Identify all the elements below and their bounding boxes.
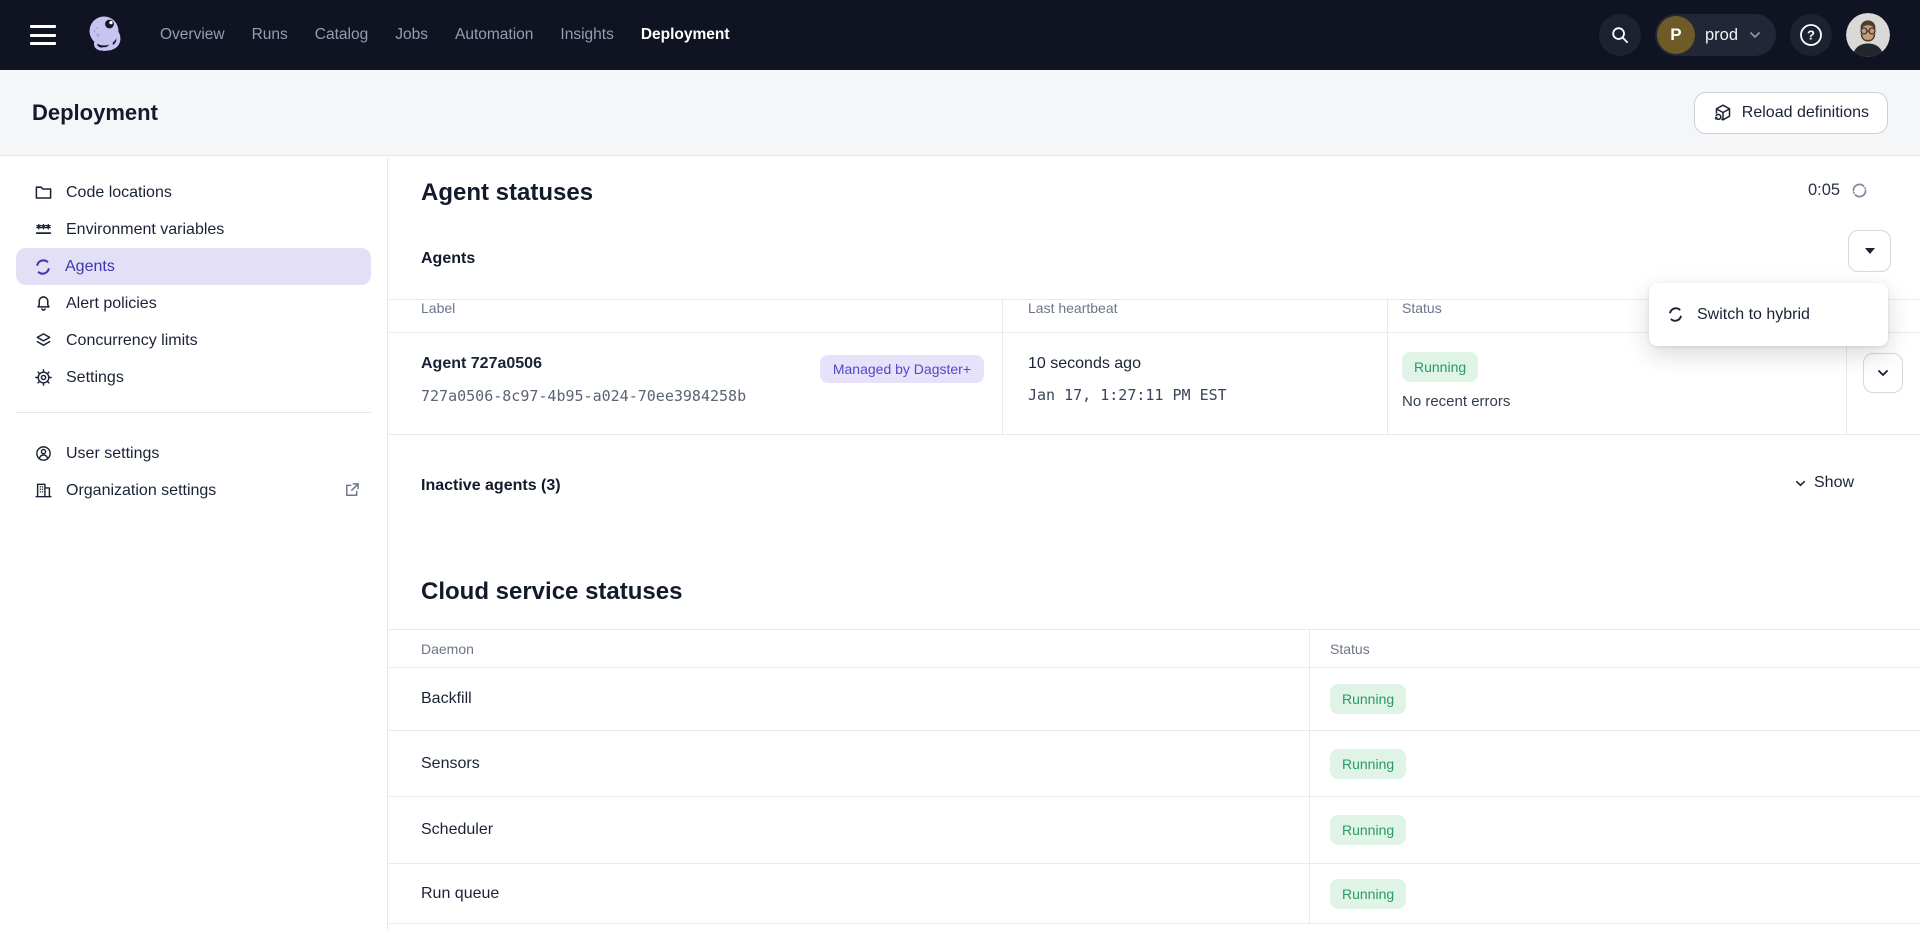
nav-item-runs[interactable]: Runs: [252, 26, 288, 44]
page-title: Deployment: [32, 100, 158, 126]
user-circle-icon: [34, 444, 53, 463]
cloud-table-header: Daemon Status: [389, 629, 1920, 668]
nav-item-deployment[interactable]: Deployment: [641, 26, 730, 44]
help-icon: ?: [1798, 22, 1824, 48]
refresh-countdown: 0:05: [1808, 181, 1869, 200]
workspace-name: prod: [1705, 26, 1738, 45]
inactive-agents-show-toggle[interactable]: Show: [1794, 474, 1854, 492]
building-icon: [34, 481, 53, 500]
chevron-down-icon: [1876, 366, 1890, 380]
agent-statuses-title: Agent statuses: [421, 179, 593, 207]
daemon-row-run-queue: Run queue Running: [389, 864, 1920, 924]
refresh-icon[interactable]: [1850, 181, 1869, 200]
sidebar-item-label: Agents: [65, 258, 115, 276]
daemon-status-badge: Running: [1330, 815, 1406, 845]
nav-item-automation[interactable]: Automation: [455, 26, 533, 44]
sidebar-item-label: Organization settings: [66, 482, 216, 500]
agent-row-menu-button[interactable]: [1863, 353, 1903, 393]
daemon-row-sensors: Sensors Running: [389, 731, 1920, 797]
reload-definitions-button[interactable]: Reload definitions: [1694, 92, 1888, 134]
top-nav-right: P prod ?: [1599, 13, 1890, 57]
daemon-row-backfill: Backfill Running: [389, 668, 1920, 731]
daemon-row-scheduler: Scheduler Running: [389, 797, 1920, 864]
sidebar-item-organization-settings[interactable]: Organization settings: [0, 472, 387, 509]
workspace-switcher[interactable]: P prod: [1655, 14, 1776, 56]
column-header-status: Status: [1310, 630, 1920, 667]
reload-definitions-icon: [1713, 103, 1733, 123]
sidebar-item-label: Settings: [66, 369, 124, 387]
agent-heartbeat-timestamp: Jan 17, 1:27:11 PM EST: [1028, 386, 1387, 404]
nav-links: Overview Runs Catalog Jobs Automation In…: [160, 26, 730, 44]
menu-item-switch-to-hybrid[interactable]: Switch to hybrid: [1697, 306, 1810, 324]
page-header: Deployment Reload definitions: [0, 70, 1920, 156]
top-nav: Overview Runs Catalog Jobs Automation In…: [0, 0, 1920, 70]
user-avatar[interactable]: [1846, 13, 1890, 57]
chevron-down-icon: [1794, 477, 1807, 490]
nav-item-jobs[interactable]: Jobs: [395, 26, 428, 44]
agent-heartbeat-relative: 10 seconds ago: [1028, 355, 1387, 373]
daemon-status-badge: Running: [1330, 879, 1406, 909]
agent-icon: [34, 258, 52, 276]
agent-name: Agent 727a0506: [421, 355, 746, 373]
daemon-name: Scheduler: [389, 797, 1310, 863]
sidebar-item-settings[interactable]: Settings: [0, 359, 387, 396]
sidebar-item-label: Environment variables: [66, 221, 224, 239]
sidebar-item-concurrency-limits[interactable]: Concurrency limits: [0, 322, 387, 359]
column-header-label: Label: [389, 300, 1003, 332]
svg-text:?: ?: [1807, 28, 1815, 43]
layers-icon: [34, 331, 53, 350]
help-button[interactable]: ?: [1790, 14, 1832, 56]
sidebar-item-label: Code locations: [66, 184, 172, 202]
agents-dropdown-menu: Switch to hybrid: [1649, 283, 1888, 346]
external-link-icon: [343, 481, 361, 504]
reload-definitions-label: Reload definitions: [1742, 104, 1869, 122]
sidebar-item-user-settings[interactable]: User settings: [0, 435, 387, 472]
deployment-sidebar: Code locations Environment variables Age…: [0, 157, 388, 930]
agents-section-title: Agents: [421, 250, 475, 268]
search-icon: [1610, 25, 1630, 45]
inactive-agents-label: Inactive agents (3): [421, 477, 561, 495]
sidebar-item-label: Concurrency limits: [66, 332, 198, 350]
cloud-services-table: Daemon Status Backfill Running Sensors R…: [389, 629, 1920, 924]
dagster-logo-icon[interactable]: [80, 10, 130, 60]
show-label: Show: [1814, 474, 1854, 492]
sidebar-divider: [16, 412, 371, 413]
daemon-status-badge: Running: [1330, 684, 1406, 714]
agent-icon: [1667, 306, 1684, 323]
search-button[interactable]: [1599, 14, 1641, 56]
daemon-name: Run queue: [389, 864, 1310, 923]
bell-icon: [34, 294, 53, 313]
agent-status-badge: Running: [1402, 352, 1478, 382]
agent-row: Agent 727a0506 727a0506-8c97-4b95-a024-7…: [389, 333, 1920, 435]
daemon-name: Sensors: [389, 731, 1310, 796]
sidebar-item-alert-policies[interactable]: Alert policies: [0, 285, 387, 322]
agent-uuid: 727a0506-8c97-4b95-a024-70ee3984258b: [421, 387, 746, 405]
nav-item-catalog[interactable]: Catalog: [315, 26, 368, 44]
gear-icon: [34, 368, 53, 387]
managed-by-dagster-badge: Managed by Dagster+: [820, 355, 984, 383]
hamburger-menu-icon[interactable]: [30, 25, 56, 45]
agents-actions-dropdown-button[interactable]: [1848, 230, 1891, 272]
refresh-countdown-value: 0:05: [1808, 181, 1840, 200]
sidebar-item-label: Alert policies: [66, 295, 157, 313]
nav-item-overview[interactable]: Overview: [160, 26, 225, 44]
sidebar-item-environment-variables[interactable]: Environment variables: [0, 211, 387, 248]
nav-item-insights[interactable]: Insights: [560, 26, 613, 44]
chevron-down-icon: [1748, 28, 1762, 42]
column-header-last-heartbeat: Last heartbeat: [1003, 300, 1388, 332]
sidebar-item-code-locations[interactable]: Code locations: [0, 174, 387, 211]
caret-down-icon: [1865, 248, 1875, 254]
column-header-daemon: Daemon: [389, 630, 1310, 667]
daemon-name: Backfill: [389, 668, 1310, 730]
cloud-service-statuses-title: Cloud service statuses: [421, 578, 682, 606]
sidebar-item-label: User settings: [66, 445, 159, 463]
daemon-status-badge: Running: [1330, 749, 1406, 779]
folder-icon: [34, 183, 53, 202]
agent-status-note: No recent errors: [1402, 393, 1846, 410]
env-variables-icon: [34, 220, 53, 239]
sidebar-item-agents[interactable]: Agents: [16, 248, 371, 285]
workspace-avatar: P: [1657, 16, 1695, 54]
